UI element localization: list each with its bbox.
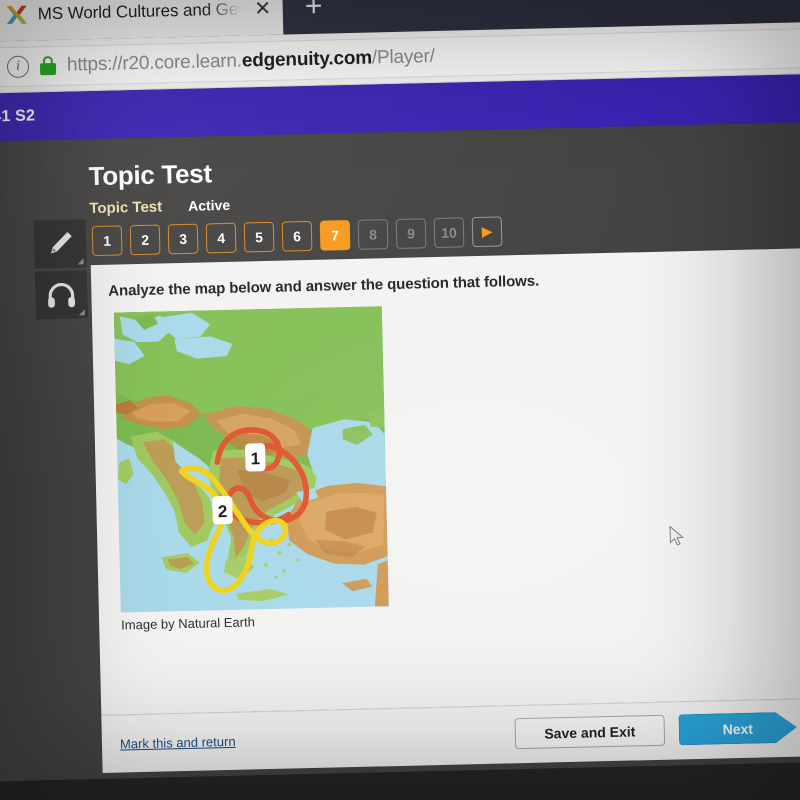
question-button-9: 9 xyxy=(395,218,427,249)
next-question-arrow-icon[interactable]: ▶ xyxy=(471,216,503,248)
tool-rail xyxy=(33,219,88,322)
mark-and-return-link[interactable]: Mark this and return xyxy=(120,734,236,752)
site-info-icon[interactable]: i xyxy=(6,55,30,79)
player-body: Topic Test Topic Test Active 1 2 3 4 5 6… xyxy=(0,121,800,782)
url-prefix: https://r20.core.learn. xyxy=(66,50,243,76)
close-icon[interactable]: ✕ xyxy=(250,0,275,21)
question-button-6[interactable]: 6 xyxy=(281,220,313,252)
question-figure: 1 2 Image by Natural Earth xyxy=(113,306,389,633)
assignment-header: Topic Test Topic Test Active xyxy=(88,158,230,217)
browser-window: MS World Cultures and Geogra ✕ + i https… xyxy=(0,0,800,782)
edgenuity-x-logo-icon xyxy=(5,3,30,28)
audio-tool-button[interactable] xyxy=(34,270,88,320)
question-button-7[interactable]: 7 xyxy=(319,220,351,251)
browser-tab-title: MS World Cultures and Geogra xyxy=(37,0,242,24)
assignment-subtitle: Topic Test xyxy=(89,198,163,218)
course-code: S2041 S2 xyxy=(0,107,36,127)
page-title: Topic Test xyxy=(88,158,213,192)
pencil-icon xyxy=(51,231,72,254)
question-pager: 1 2 3 4 5 6 7 8 9 10 ▶ xyxy=(91,216,503,257)
question-button-5[interactable]: 5 xyxy=(243,221,275,253)
question-card: Analyze the map below and answer the que… xyxy=(90,247,800,716)
padlock-secure-icon xyxy=(39,55,57,76)
topographic-map-image: 1 2 xyxy=(113,306,389,613)
url-domain: edgenuity.com xyxy=(241,47,373,72)
notes-tool-button[interactable] xyxy=(33,219,87,269)
question-button-10: 10 xyxy=(433,217,465,249)
svg-text:2: 2 xyxy=(218,502,228,521)
status-badge: Active xyxy=(187,196,231,214)
next-button[interactable]: Next xyxy=(678,712,797,746)
url-path: /Player/ xyxy=(371,45,435,69)
save-and-exit-button[interactable]: Save and Exit xyxy=(514,714,666,750)
new-tab-button[interactable]: + xyxy=(296,0,331,24)
question-button-3[interactable]: 3 xyxy=(167,223,199,255)
question-button-2[interactable]: 2 xyxy=(129,224,161,256)
region-1-label: 1 xyxy=(245,443,266,472)
question-button-4[interactable]: 4 xyxy=(205,222,237,254)
question-button-1[interactable]: 1 xyxy=(91,225,123,257)
address-bar-url: https://r20.core.learn.edgenuity.com/Pla… xyxy=(67,46,435,77)
screen-photo: MS World Cultures and Geogra ✕ + i https… xyxy=(0,0,800,800)
question-button-8: 8 xyxy=(357,219,389,250)
question-prompt: Analyze the map below and answer the que… xyxy=(108,272,540,300)
svg-text:1: 1 xyxy=(250,449,260,468)
region-2-label: 2 xyxy=(212,495,233,525)
figure-caption: Image by Natural Earth xyxy=(121,614,256,633)
headphones-icon xyxy=(48,283,76,308)
